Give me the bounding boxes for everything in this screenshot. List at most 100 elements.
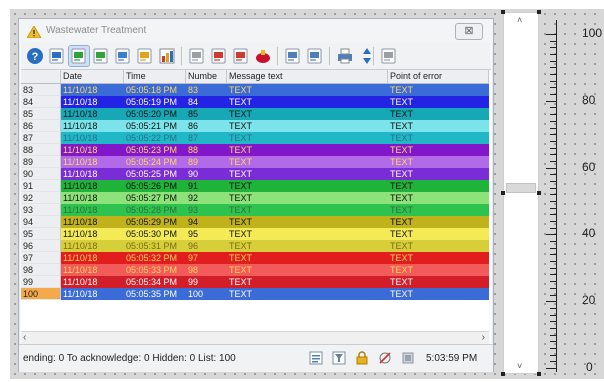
table-row[interactable]: 97 11/10/18 05:05:32 PM 97 TEXT TEXT bbox=[21, 252, 489, 264]
lock-button[interactable] bbox=[135, 46, 155, 66]
lock-icon[interactable] bbox=[355, 351, 369, 365]
table-row[interactable]: 90 11/10/18 05:05:25 PM 90 TEXT TEXT bbox=[21, 168, 489, 180]
filter-list-icon bbox=[211, 48, 226, 64]
date-cell: 11/10/18 bbox=[61, 252, 124, 264]
selection-handle[interactable] bbox=[501, 372, 505, 376]
row-index: 95 bbox=[21, 228, 61, 240]
settings-button[interactable] bbox=[283, 46, 303, 66]
time-cell: 05:05:19 PM bbox=[124, 96, 186, 108]
settings-icon bbox=[285, 48, 300, 64]
alarm-list-icon bbox=[233, 48, 248, 64]
slider-thumb[interactable] bbox=[506, 183, 536, 194]
toolbar-separator bbox=[329, 47, 330, 65]
table-row[interactable]: 89 11/10/18 05:05:24 PM 89 TEXT TEXT bbox=[21, 156, 489, 168]
alarm-view-window[interactable]: Wastewater Treatment ⊠ ? Date Time Numbe… bbox=[18, 18, 494, 372]
slider-up-icon[interactable]: ˄ bbox=[517, 15, 522, 25]
sort-button[interactable] bbox=[357, 46, 377, 66]
scroll-right-icon[interactable]: › bbox=[482, 332, 485, 344]
table-row[interactable]: 83 11/10/18 05:05:18 PM 83 TEXT TEXT bbox=[21, 84, 489, 96]
alarm-off-icon[interactable] bbox=[378, 351, 392, 365]
loop-in-alarm-button[interactable] bbox=[187, 46, 207, 66]
message-cell: TEXT bbox=[227, 120, 388, 132]
alarm-table[interactable]: Date Time Numbe Message text Point of er… bbox=[21, 70, 489, 349]
refresh-icon bbox=[49, 48, 64, 64]
table-row[interactable]: 93 11/10/18 05:05:28 PM 93 TEXT TEXT bbox=[21, 204, 489, 216]
date-cell: 11/10/18 bbox=[61, 264, 124, 276]
table-row[interactable]: 91 11/10/18 05:05:26 PM 91 TEXT TEXT bbox=[21, 180, 489, 192]
filter-icon[interactable] bbox=[332, 351, 346, 365]
column-header-point-of-error[interactable]: Point of error bbox=[388, 70, 489, 83]
column-header-index[interactable] bbox=[21, 70, 61, 83]
scale-tick bbox=[546, 368, 557, 369]
help-button[interactable]: ? bbox=[25, 46, 45, 66]
list-icon[interactable] bbox=[309, 351, 323, 365]
warning-icon bbox=[27, 26, 41, 38]
table-row[interactable]: 88 11/10/18 05:05:23 PM 88 TEXT TEXT bbox=[21, 144, 489, 156]
table-row[interactable]: 92 11/10/18 05:05:27 PM 92 TEXT TEXT bbox=[21, 192, 489, 204]
date-cell: 11/10/18 bbox=[61, 156, 124, 168]
row-index: 94 bbox=[21, 216, 61, 228]
table-row[interactable]: 84 11/10/18 05:05:19 PM 84 TEXT TEXT bbox=[21, 96, 489, 108]
table-row[interactable]: 95 11/10/18 05:05:30 PM 95 TEXT TEXT bbox=[21, 228, 489, 240]
scale-tick bbox=[550, 294, 557, 296]
selection-handle[interactable] bbox=[537, 191, 541, 195]
statistics-button[interactable] bbox=[157, 46, 177, 66]
table-row[interactable]: 87 11/10/18 05:05:22 PM 87 TEXT TEXT bbox=[21, 132, 489, 144]
edit-settings-button[interactable] bbox=[305, 46, 325, 66]
selection-handle[interactable] bbox=[537, 10, 541, 14]
message-cell: TEXT bbox=[227, 264, 388, 276]
time-cell: 05:05:18 PM bbox=[124, 84, 186, 96]
database-icon[interactable] bbox=[401, 351, 415, 365]
time-cell: 05:05:20 PM bbox=[124, 108, 186, 120]
scroll-left-icon[interactable]: ‹ bbox=[23, 332, 26, 344]
scale-tick bbox=[550, 327, 557, 329]
status-clock: 5:03:59 PM bbox=[426, 353, 478, 364]
point-of-error-cell: TEXT bbox=[388, 132, 489, 144]
number-cell: 99 bbox=[186, 276, 227, 288]
status-counts: ending: 0 To acknowledge: 0 Hidden: 0 Li… bbox=[23, 353, 236, 364]
selection-handle[interactable] bbox=[501, 191, 505, 195]
hide-icon bbox=[115, 48, 130, 64]
slider-down-icon[interactable]: ˅ bbox=[517, 361, 522, 371]
table-row[interactable]: 99 11/10/18 05:05:34 PM 99 TEXT TEXT bbox=[21, 276, 489, 288]
editor-canvas: Wastewater Treatment ⊠ ? Date Time Numbe… bbox=[0, 0, 604, 382]
selection-handle[interactable] bbox=[537, 372, 541, 376]
scale-label: 0 bbox=[586, 360, 593, 374]
horizontal-scrollbar[interactable]: ‹ › bbox=[21, 331, 489, 344]
point-of-error-cell: TEXT bbox=[388, 180, 489, 192]
column-header-date[interactable]: Date bbox=[61, 70, 124, 83]
table-row[interactable]: 94 11/10/18 05:05:29 PM 94 TEXT TEXT bbox=[21, 216, 489, 228]
print-button[interactable] bbox=[335, 46, 355, 66]
date-cell: 11/10/18 bbox=[61, 276, 124, 288]
scale-tick bbox=[550, 287, 557, 289]
column-header-time[interactable]: Time bbox=[124, 70, 186, 83]
acknowledge-all-button[interactable] bbox=[91, 46, 111, 66]
column-header-message[interactable]: Message text bbox=[227, 70, 388, 83]
scale-tick bbox=[550, 127, 557, 129]
column-header-number[interactable]: Numbe bbox=[186, 70, 227, 83]
selection-handle[interactable] bbox=[501, 10, 505, 14]
scale-tick bbox=[550, 134, 557, 136]
alarm-list-button[interactable] bbox=[231, 46, 251, 66]
acknowledge-button[interactable] bbox=[68, 45, 90, 67]
table-row[interactable]: 96 11/10/18 05:05:31 PM 96 TEXT TEXT bbox=[21, 240, 489, 252]
close-button[interactable]: ⊠ bbox=[455, 23, 483, 40]
horn-button[interactable] bbox=[253, 46, 273, 66]
table-row[interactable]: 86 11/10/18 05:05:21 PM 86 TEXT TEXT bbox=[21, 120, 489, 132]
scale-tick bbox=[550, 321, 557, 323]
title-bar[interactable]: Wastewater Treatment ⊠ bbox=[19, 19, 493, 43]
vertical-slider[interactable]: ˄ ˅ bbox=[503, 12, 539, 374]
number-cell: 86 bbox=[186, 120, 227, 132]
row-index: 90 bbox=[21, 168, 61, 180]
filter-list-button[interactable] bbox=[209, 46, 229, 66]
table-row[interactable]: 85 11/10/18 05:05:20 PM 85 TEXT TEXT bbox=[21, 108, 489, 120]
table-row[interactable]: 100 11/10/18 05:05:35 PM 100 TEXT TEXT bbox=[21, 288, 489, 300]
refresh-button[interactable] bbox=[47, 46, 67, 66]
hide-button[interactable] bbox=[113, 46, 133, 66]
date-cell: 11/10/18 bbox=[61, 204, 124, 216]
date-cell: 11/10/18 bbox=[61, 168, 124, 180]
horn-icon bbox=[256, 50, 270, 63]
table-row[interactable]: 98 11/10/18 05:05:33 PM 98 TEXT TEXT bbox=[21, 264, 489, 276]
date-cell: 11/10/18 bbox=[61, 144, 124, 156]
export-button[interactable] bbox=[379, 46, 399, 66]
